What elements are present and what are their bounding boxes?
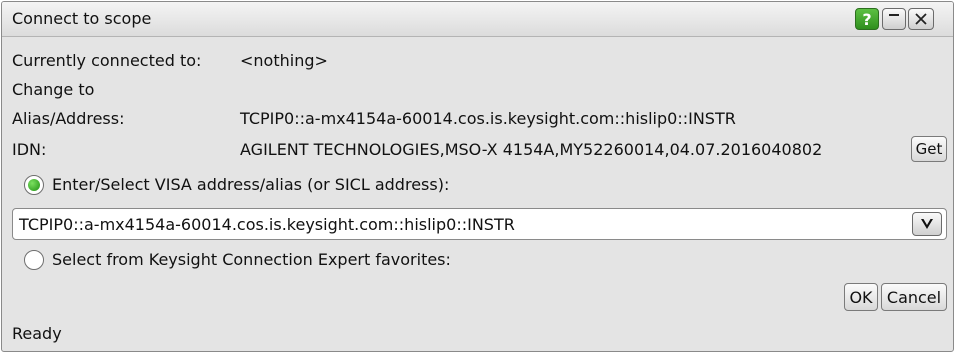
chevron-down-icon (921, 219, 933, 229)
get-idn-button[interactable]: Get (911, 136, 947, 162)
dialog-title: Connect to scope (12, 9, 152, 28)
minimize-button[interactable] (882, 8, 906, 30)
current-connection-value: <nothing> (240, 51, 328, 70)
ok-button[interactable]: OK (844, 283, 878, 311)
visa-address-radio-label[interactable]: Enter/Select VISA address/alias (or SICL… (52, 175, 449, 194)
idn-label: IDN: (12, 140, 47, 159)
ok-button-label: OK (849, 287, 873, 307)
idn-value: AGILENT TECHNOLOGIES,MSO-X 4154A,MY52260… (240, 140, 823, 159)
combobox-dropdown-button[interactable] (912, 212, 942, 236)
radio-selected-dot (28, 179, 40, 191)
keysight-favorites-radio[interactable] (24, 250, 44, 270)
visa-address-radio[interactable] (24, 175, 44, 195)
help-icon: ? (862, 9, 872, 29)
visa-address-combobox-value[interactable]: TCPIP0::a-mx4154a-60014.cos.is.keysight.… (19, 215, 515, 234)
visa-address-combobox[interactable]: TCPIP0::a-mx4154a-60014.cos.is.keysight.… (12, 208, 947, 240)
help-button[interactable]: ? (855, 8, 879, 30)
get-button-label: Get (915, 140, 943, 158)
close-icon (915, 13, 927, 25)
minimize-icon (889, 14, 899, 16)
alias-address-value: TCPIP0::a-mx4154a-60014.cos.is.keysight.… (240, 109, 736, 128)
connect-dialog: Connect to scope ? Currently connected t… (1, 1, 954, 352)
title-bar[interactable]: Connect to scope ? (2, 2, 953, 37)
change-to-label: Change to (12, 80, 95, 99)
cancel-button-label: Cancel (886, 287, 942, 307)
status-text: Ready (12, 324, 62, 343)
keysight-favorites-radio-label[interactable]: Select from Keysight Connection Expert f… (52, 250, 451, 269)
close-button[interactable] (908, 8, 934, 30)
cancel-button[interactable]: Cancel (881, 283, 947, 311)
alias-address-label: Alias/Address: (12, 109, 125, 128)
current-connection-label: Currently connected to: (12, 51, 202, 70)
